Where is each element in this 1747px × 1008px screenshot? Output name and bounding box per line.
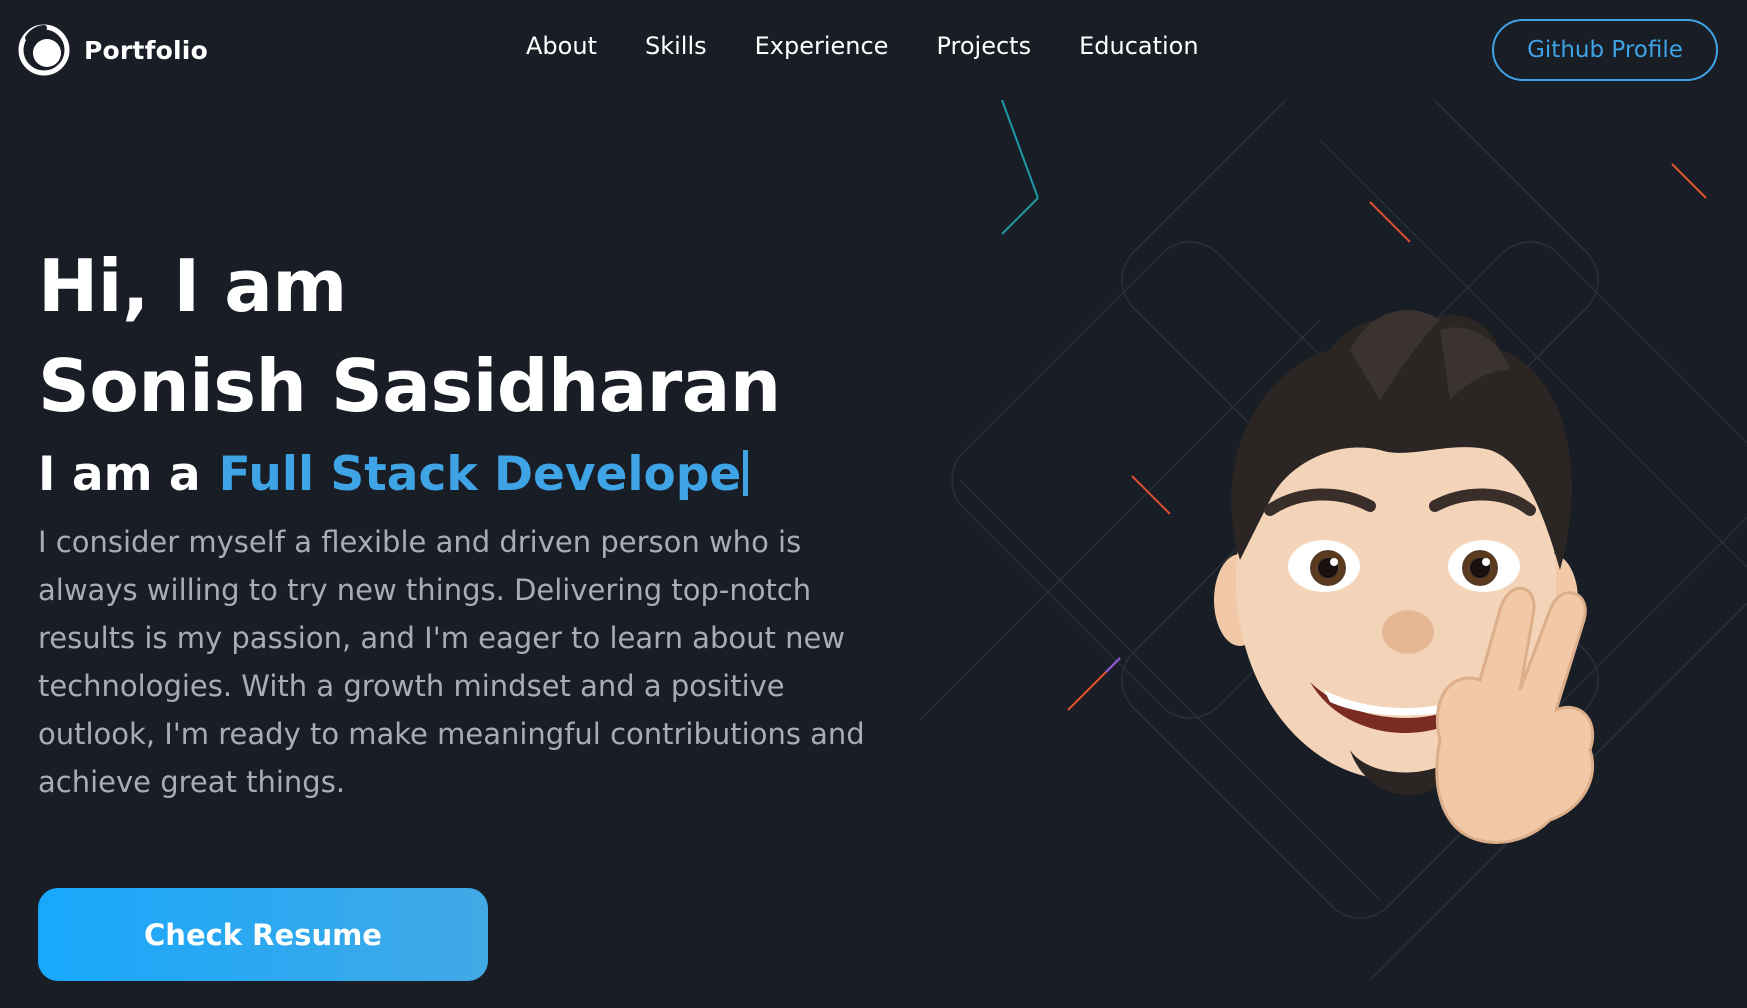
brand-link[interactable]: Portfolio — [18, 24, 208, 76]
typing-cursor — [743, 450, 749, 496]
nav-link-projects[interactable]: Projects — [936, 32, 1031, 60]
streak-teal-line — [1001, 197, 1039, 235]
hero-role: I am a Full Stack Develope — [38, 442, 918, 508]
nav-links: About Skills Experience Projects Educati… — [526, 32, 1247, 60]
nav-link-skills[interactable]: Skills — [645, 32, 707, 60]
portfolio-logo-icon — [18, 24, 70, 76]
hero-bio: I consider myself a flexible and driven … — [38, 525, 865, 799]
check-resume-button[interactable]: Check Resume — [38, 888, 488, 981]
nav-item-education: Education — [1079, 32, 1198, 60]
nav-item-projects: Projects — [936, 32, 1031, 60]
streak-orange-mid — [1131, 475, 1171, 515]
streak-purple-tip — [1105, 657, 1121, 673]
hero-name: Sonish Sasidharan — [38, 344, 781, 428]
nav-item-skills: Skills — [645, 32, 707, 60]
hero-greeting: Hi, I am — [38, 244, 347, 328]
streak-orange-top — [1369, 201, 1411, 243]
hero-section: Hi, I am Sonish Sasidharan I am a Full St… — [38, 236, 918, 806]
streak-orange-corner — [1671, 163, 1707, 199]
nav-link-education[interactable]: Education — [1079, 32, 1198, 60]
nav-link-experience[interactable]: Experience — [755, 32, 889, 60]
brand-text: Portfolio — [84, 35, 208, 65]
nav-item-about: About — [526, 32, 597, 60]
github-profile-button[interactable]: Github Profile — [1492, 19, 1718, 81]
role-prefix: I am a — [38, 447, 201, 502]
memoji-avatar-icon — [1214, 310, 1595, 844]
nav-item-experience: Experience — [755, 32, 889, 60]
nav-link-about[interactable]: About — [526, 32, 597, 60]
streak-teal — [1001, 100, 1039, 199]
portfolio-page: Portfolio About Skills Experience Projec… — [0, 0, 1747, 1008]
hero-title: Hi, I am Sonish Sasidharan — [38, 236, 918, 436]
role-typed-text: Full Stack Develope — [218, 447, 742, 502]
navbar: Portfolio About Skills Experience Projec… — [0, 0, 1747, 100]
